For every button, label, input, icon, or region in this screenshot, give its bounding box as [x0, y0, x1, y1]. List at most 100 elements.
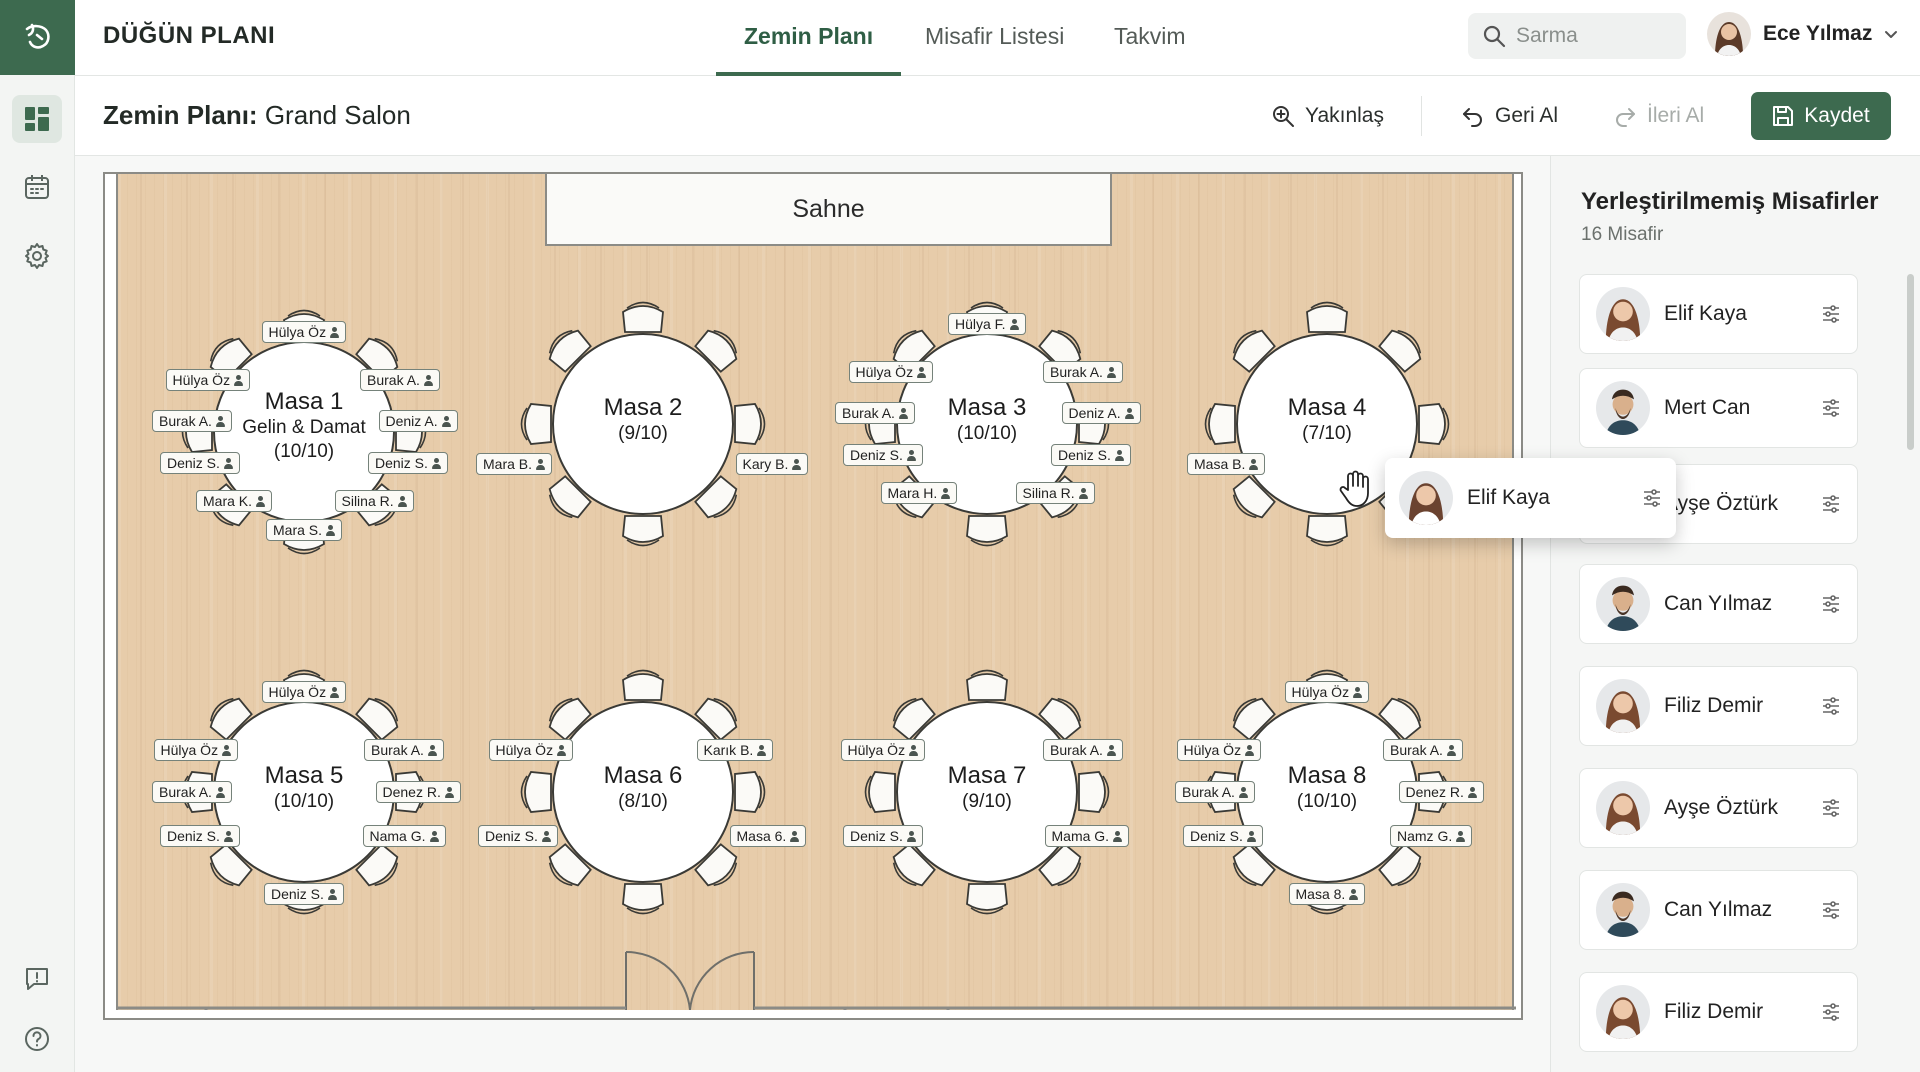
table-2-shape[interactable]: [520, 301, 766, 547]
seated-guest-chip[interactable]: Silina R.: [334, 490, 414, 512]
table-7-shape[interactable]: [864, 669, 1110, 915]
seated-guest-chip[interactable]: Burak A.: [152, 781, 232, 803]
tab-calendar[interactable]: Takvim: [1086, 0, 1214, 76]
zoom-in-button[interactable]: Yakınlaş: [1271, 96, 1384, 136]
search-box[interactable]: [1468, 13, 1686, 59]
seated-guest-chip[interactable]: Burak A.: [1043, 361, 1123, 383]
person-icon: [1456, 830, 1466, 842]
seated-guest-chip[interactable]: Deniz S.: [843, 825, 923, 847]
seated-guest-chip[interactable]: Deniz S.: [843, 444, 923, 466]
seated-guest-chip[interactable]: Hülya Öz: [848, 361, 934, 383]
seated-guest-chip[interactable]: Deniz S.: [368, 452, 448, 474]
redo-button[interactable]: İleri Al: [1613, 96, 1704, 136]
seated-guest-chip[interactable]: Denez R.: [375, 781, 461, 803]
seated-guest-name: Kary B.: [742, 456, 789, 472]
app-logo[interactable]: [0, 0, 75, 75]
feedback-nav-button[interactable]: [12, 955, 62, 1003]
seated-guest-chip[interactable]: Mara S.: [266, 519, 343, 541]
seated-guest-chip[interactable]: Burak A.: [835, 402, 915, 424]
top-bar: DÜĞÜN PLANI Zemin Planı Misafir Listesi …: [75, 0, 1920, 76]
seated-guest-chip[interactable]: Deniz S.: [1051, 444, 1131, 466]
sliders-icon[interactable]: [1821, 900, 1841, 920]
chevron-down-icon: [1885, 31, 1898, 38]
seated-guest-chip[interactable]: Burak A.: [364, 739, 444, 761]
unassigned-guest-card[interactable]: Filiz Demir: [1579, 972, 1858, 1052]
seated-guest-chip[interactable]: Hülya Öz: [153, 739, 239, 761]
unassigned-guest-card[interactable]: Ayşe Öztürk: [1579, 768, 1858, 848]
tab-floor-plan[interactable]: Zemin Planı: [716, 0, 902, 76]
table-6-shape[interactable]: [520, 669, 766, 915]
table-3-shape[interactable]: [864, 301, 1110, 547]
seated-guest-chip[interactable]: Namz G.: [1390, 825, 1473, 847]
seated-guest-chip[interactable]: Mara K.: [196, 490, 273, 512]
seated-guest-name: Burak A.: [159, 784, 212, 800]
sliders-icon[interactable]: [1821, 398, 1841, 418]
save-button[interactable]: Kaydet: [1751, 92, 1891, 140]
floor-area[interactable]: Sahne Masa 1 Gelin & Damat (10/10) Hülya Öz…: [116, 174, 1516, 1010]
sliders-icon[interactable]: [1821, 696, 1841, 716]
user-menu[interactable]: Ece Yılmaz: [1707, 12, 1898, 56]
seated-guest-chip[interactable]: Burak A.: [1043, 739, 1123, 761]
seated-guest-chip[interactable]: Hülya Öz: [840, 739, 926, 761]
seated-guest-chip[interactable]: Deniz A.: [378, 410, 458, 432]
hand-cursor-icon: [1339, 470, 1369, 507]
dragged-guest-card[interactable]: Elif Kaya: [1385, 458, 1676, 538]
seated-guest-chip[interactable]: Masa 8.: [1288, 883, 1366, 905]
person-icon: [792, 458, 802, 470]
unassigned-guest-card[interactable]: Can Yılmaz: [1579, 564, 1858, 644]
seated-guest-chip[interactable]: Burak A.: [360, 369, 440, 391]
seated-guest-chip[interactable]: Karık B.: [696, 739, 774, 761]
seated-guest-chip[interactable]: Masa 6.: [729, 825, 807, 847]
table-1-shape[interactable]: [181, 309, 427, 555]
panel-scrollbar[interactable]: [1907, 274, 1914, 450]
seated-guest-chip[interactable]: Kary B.: [735, 453, 809, 475]
sliders-icon[interactable]: [1821, 494, 1841, 514]
seated-guest-chip[interactable]: Deniz S.: [478, 825, 558, 847]
seated-guest-chip[interactable]: Denez R.: [1398, 781, 1484, 803]
chair: [622, 515, 664, 547]
entrance-doors[interactable]: [625, 950, 755, 1010]
sliders-icon[interactable]: [1821, 594, 1841, 614]
dashboard-nav-button[interactable]: [12, 95, 62, 143]
person-icon: [1467, 786, 1477, 798]
seated-guest-chip[interactable]: Hülya Öz: [261, 321, 347, 343]
unassigned-guest-card[interactable]: Mert Can: [1579, 368, 1858, 448]
sliders-icon[interactable]: [1821, 1002, 1841, 1022]
seated-guest-chip[interactable]: Burak A.: [1383, 739, 1463, 761]
seated-guest-chip[interactable]: Mama G.: [1044, 825, 1130, 847]
tab-guest-list[interactable]: Misafir Listesi: [897, 0, 1092, 76]
seated-guest-chip[interactable]: Hülya Öz: [1176, 739, 1262, 761]
seated-guest-chip[interactable]: Silina R.: [1015, 482, 1095, 504]
guest-name: Elif Kaya: [1664, 302, 1747, 325]
chair: [966, 669, 1008, 701]
settings-nav-button[interactable]: [12, 232, 62, 280]
unassigned-guest-card[interactable]: Elif Kaya: [1579, 274, 1858, 354]
seated-guest-chip[interactable]: Hülya Öz: [165, 369, 251, 391]
search-input[interactable]: [1516, 24, 1666, 48]
seated-guest-chip[interactable]: Deniz S.: [1183, 825, 1263, 847]
person-icon: [1349, 888, 1359, 900]
seated-guest-chip[interactable]: Deniz S.: [264, 883, 344, 905]
seated-guest-chip[interactable]: Hülya F.: [948, 313, 1026, 335]
undo-button[interactable]: Geri Al: [1461, 96, 1558, 136]
person-icon: [234, 374, 244, 386]
seated-guest-chip[interactable]: Burak A.: [152, 410, 232, 432]
calendar-nav-button[interactable]: [12, 163, 62, 211]
help-nav-button[interactable]: [12, 1015, 62, 1063]
seated-guest-chip[interactable]: Hülya Öz: [261, 681, 347, 703]
seated-guest-chip[interactable]: Burak A.: [1175, 781, 1255, 803]
seated-guest-chip[interactable]: Deniz A.: [1061, 402, 1141, 424]
unassigned-guest-card[interactable]: Filiz Demir: [1579, 666, 1858, 746]
seated-guest-chip[interactable]: Mara H.: [880, 482, 958, 504]
seated-guest-chip[interactable]: Nama G.: [362, 825, 446, 847]
unassigned-guest-card[interactable]: Can Yılmaz: [1579, 870, 1858, 950]
seated-guest-chip[interactable]: Deniz S.: [160, 452, 240, 474]
seated-guest-chip[interactable]: Mara B.: [476, 453, 553, 475]
guest-name: Ayşe Öztürk: [1664, 492, 1778, 515]
seated-guest-chip[interactable]: Masa B.: [1187, 453, 1266, 475]
sliders-icon[interactable]: [1821, 304, 1841, 324]
sliders-icon[interactable]: [1821, 798, 1841, 818]
seated-guest-chip[interactable]: Hülya Öz: [1284, 681, 1370, 703]
seated-guest-chip[interactable]: Deniz S.: [160, 825, 240, 847]
seated-guest-chip[interactable]: Hülya Öz: [488, 739, 574, 761]
